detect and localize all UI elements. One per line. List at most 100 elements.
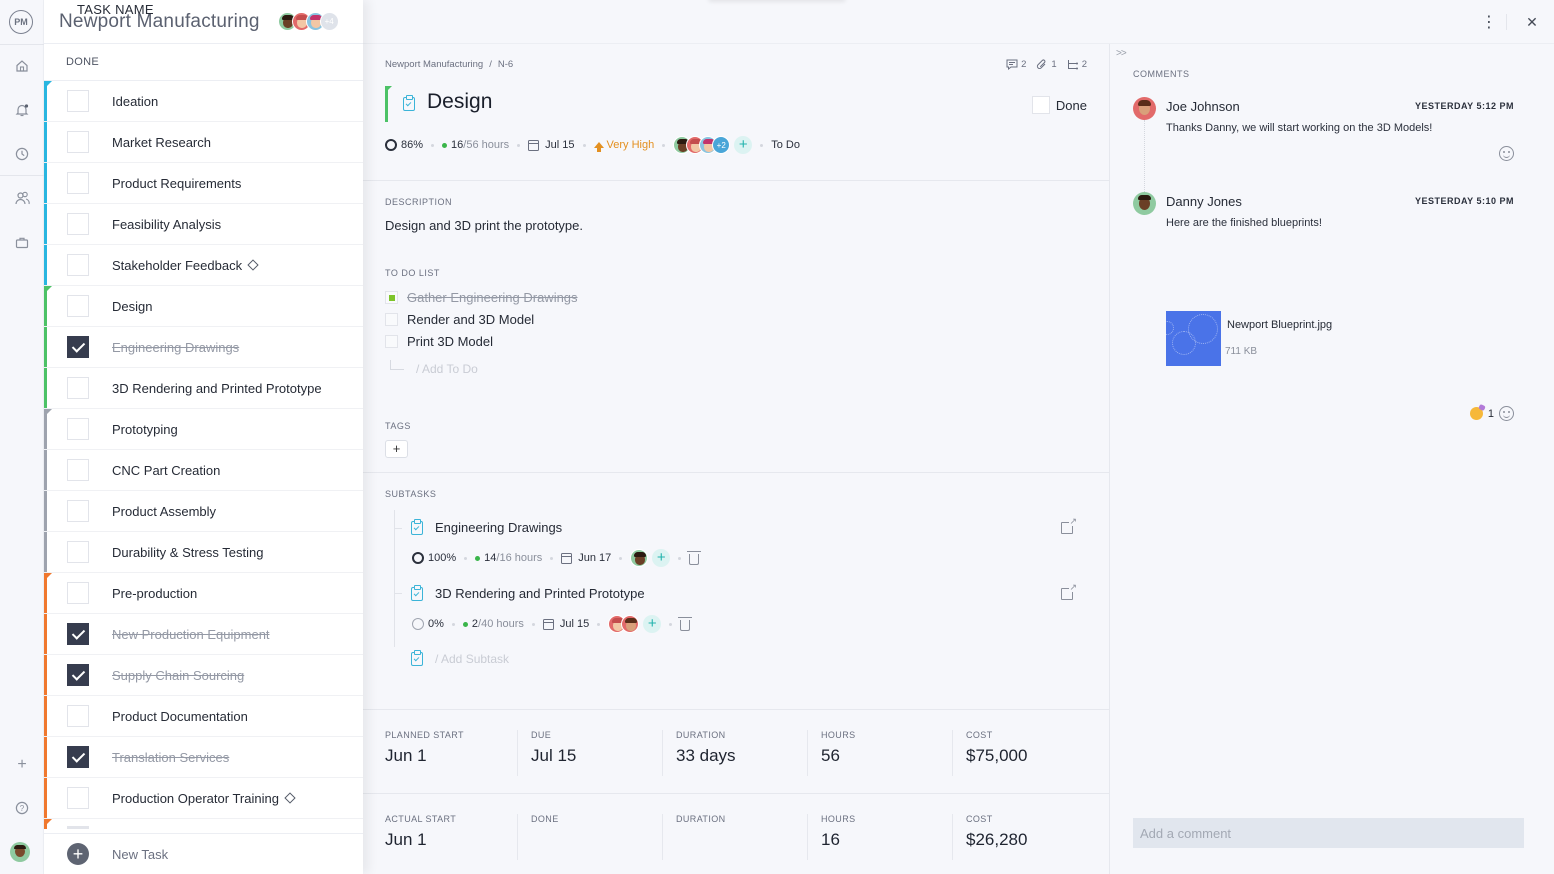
open-subtask-icon[interactable] xyxy=(1061,582,1077,600)
more-assignees-badge[interactable]: +2 xyxy=(712,136,731,154)
task-name[interactable]: Supply Chain Sourcing xyxy=(112,668,244,683)
task-done-checkbox[interactable] xyxy=(67,746,89,768)
assignees[interactable]: +2 xyxy=(673,136,731,154)
task-done-checkbox[interactable] xyxy=(67,90,89,112)
reaction-count[interactable]: 1 xyxy=(1488,408,1494,420)
new-task-button[interactable]: + New Task xyxy=(44,833,363,874)
project-members[interactable]: +4 xyxy=(277,12,339,31)
task-done-checkbox[interactable] xyxy=(67,172,89,194)
task-row[interactable]: Durability & Stress Testing xyxy=(44,532,363,573)
task-row[interactable]: Prototyping xyxy=(44,409,363,450)
task-done-checkbox[interactable] xyxy=(67,336,89,358)
subtask-assignees[interactable] xyxy=(630,549,649,567)
task-row[interactable]: 3D Rendering and Printed Prototype xyxy=(44,368,363,409)
todo-checkbox[interactable] xyxy=(385,291,398,304)
task-done-checkbox[interactable] xyxy=(67,541,89,563)
task-name[interactable]: New Production Equipment xyxy=(112,627,270,642)
task-done-checkbox[interactable] xyxy=(67,295,89,317)
comment-avatar[interactable] xyxy=(1133,97,1156,120)
assignee-avatar[interactable] xyxy=(621,615,640,633)
clock-icon[interactable] xyxy=(12,144,32,164)
task-row[interactable]: Product Documentation xyxy=(44,696,363,737)
stat-actual-start[interactable]: ACTUAL START Jun 1 xyxy=(385,814,530,860)
task-name[interactable]: Translation Services xyxy=(112,750,229,765)
task-done-checkbox[interactable] xyxy=(67,131,89,153)
todo-checkbox[interactable] xyxy=(385,335,398,348)
task-name[interactable]: Product Assembly xyxy=(112,504,216,519)
subtask-name[interactable]: 3D Rendering and Printed Prototype xyxy=(435,586,645,601)
stat-due[interactable]: DUE Jul 15 xyxy=(517,730,662,776)
add-subtask-input[interactable]: / Add Subtask xyxy=(411,650,509,666)
task-name[interactable]: Market Research xyxy=(112,135,211,150)
add-reaction-icon[interactable] xyxy=(1499,406,1514,421)
task-name[interactable]: Production Operator Training xyxy=(112,791,296,806)
task-name[interactable]: Prototyping xyxy=(112,422,178,437)
task-done-checkbox[interactable] xyxy=(67,582,89,604)
people-icon[interactable] xyxy=(12,188,32,208)
briefcase-icon[interactable] xyxy=(12,232,32,252)
done-toggle[interactable]: Done xyxy=(1031,96,1087,114)
task-row[interactable]: Ideation xyxy=(44,81,363,122)
add-tag-button[interactable]: + xyxy=(385,440,408,458)
task-done-checkbox[interactable] xyxy=(67,377,89,399)
subtask-assignees[interactable] xyxy=(608,615,640,633)
attachment-name[interactable]: Newport Blueprint.jpg xyxy=(1227,319,1332,331)
task-done-checkbox[interactable] xyxy=(67,664,89,686)
task-row[interactable]: Design xyxy=(44,286,363,327)
party-emoji-icon[interactable] xyxy=(1469,407,1483,420)
more-options-icon[interactable]: ⋮ xyxy=(1479,12,1499,32)
priority[interactable]: Very High xyxy=(593,139,654,152)
task-row[interactable]: Engineering Drawings xyxy=(44,327,363,368)
status-label[interactable]: To Do xyxy=(771,139,800,151)
task-name[interactable]: Product Requirements xyxy=(112,176,241,191)
task-name[interactable]: Durability & Stress Testing xyxy=(112,545,264,560)
stat-duration[interactable]: DURATION 33 days xyxy=(662,730,807,776)
app-logo[interactable]: PM xyxy=(9,10,33,34)
stat-cost[interactable]: COST $75,000 xyxy=(952,730,1097,776)
subtask-title-row[interactable]: Engineering Drawings xyxy=(411,518,562,535)
task-name[interactable]: Ideation xyxy=(112,94,158,109)
close-icon[interactable]: ✕ xyxy=(1522,12,1542,32)
due-date[interactable]: Jul 15 xyxy=(545,139,574,151)
subtask-progress[interactable]: 100% xyxy=(428,552,456,564)
column-task-name[interactable]: TASK NAME xyxy=(77,2,154,17)
todo-checkbox[interactable] xyxy=(385,313,398,326)
task-name[interactable]: Design xyxy=(112,299,152,314)
task-name[interactable]: 3D Rendering and Printed Prototype xyxy=(112,381,322,396)
hours-logged[interactable]: 16 xyxy=(451,139,463,151)
comment-input[interactable] xyxy=(1133,818,1524,848)
delete-subtask-icon[interactable] xyxy=(678,616,693,631)
notification-bell-icon[interactable] xyxy=(12,100,32,120)
subtask-name[interactable]: Engineering Drawings xyxy=(435,520,562,535)
subtask-due[interactable]: Jul 15 xyxy=(560,618,589,630)
add-reaction-icon[interactable] xyxy=(1499,146,1514,161)
help-icon[interactable]: ? xyxy=(12,798,32,818)
task-checkbox[interactable] xyxy=(67,826,89,829)
task-row[interactable]: Product Requirements xyxy=(44,163,363,204)
column-done[interactable]: DONE xyxy=(44,56,112,68)
more-members-badge[interactable]: +4 xyxy=(319,12,339,31)
done-checkbox[interactable] xyxy=(1031,96,1050,114)
stat-actual-hours[interactable]: HOURS 16 xyxy=(807,814,952,860)
task-row[interactable]: Pre-production xyxy=(44,573,363,614)
assignee-avatar[interactable] xyxy=(630,549,649,567)
todo-item[interactable]: Render and 3D Model xyxy=(385,312,534,327)
task-row[interactable]: Stakeholder Feedback xyxy=(44,245,363,286)
add-todo-input[interactable]: / Add To Do xyxy=(390,360,478,376)
collapse-panel-icon[interactable]: >> xyxy=(1116,48,1127,59)
task-row[interactable]: Supply Chain Sourcing xyxy=(44,655,363,696)
subtask-count[interactable]: 2 xyxy=(1067,59,1087,70)
task-row[interactable]: New Production Equipment xyxy=(44,614,363,655)
task-name[interactable]: Pre-production xyxy=(112,586,197,601)
task-row[interactable]: Feasibility Analysis xyxy=(44,204,363,245)
task-done-checkbox[interactable] xyxy=(67,623,89,645)
task-done-checkbox[interactable] xyxy=(67,418,89,440)
task-row[interactable]: CNC Part Creation xyxy=(44,450,363,491)
plus-icon[interactable]: + xyxy=(12,755,32,775)
comment-count[interactable]: 2 xyxy=(1006,59,1026,70)
task-name[interactable]: Product Documentation xyxy=(112,709,248,724)
stat-actual-cost[interactable]: COST $26,280 xyxy=(952,814,1097,860)
stat-hours[interactable]: HOURS 56 xyxy=(807,730,952,776)
user-avatar[interactable] xyxy=(10,842,30,862)
task-done-checkbox[interactable] xyxy=(67,213,89,235)
